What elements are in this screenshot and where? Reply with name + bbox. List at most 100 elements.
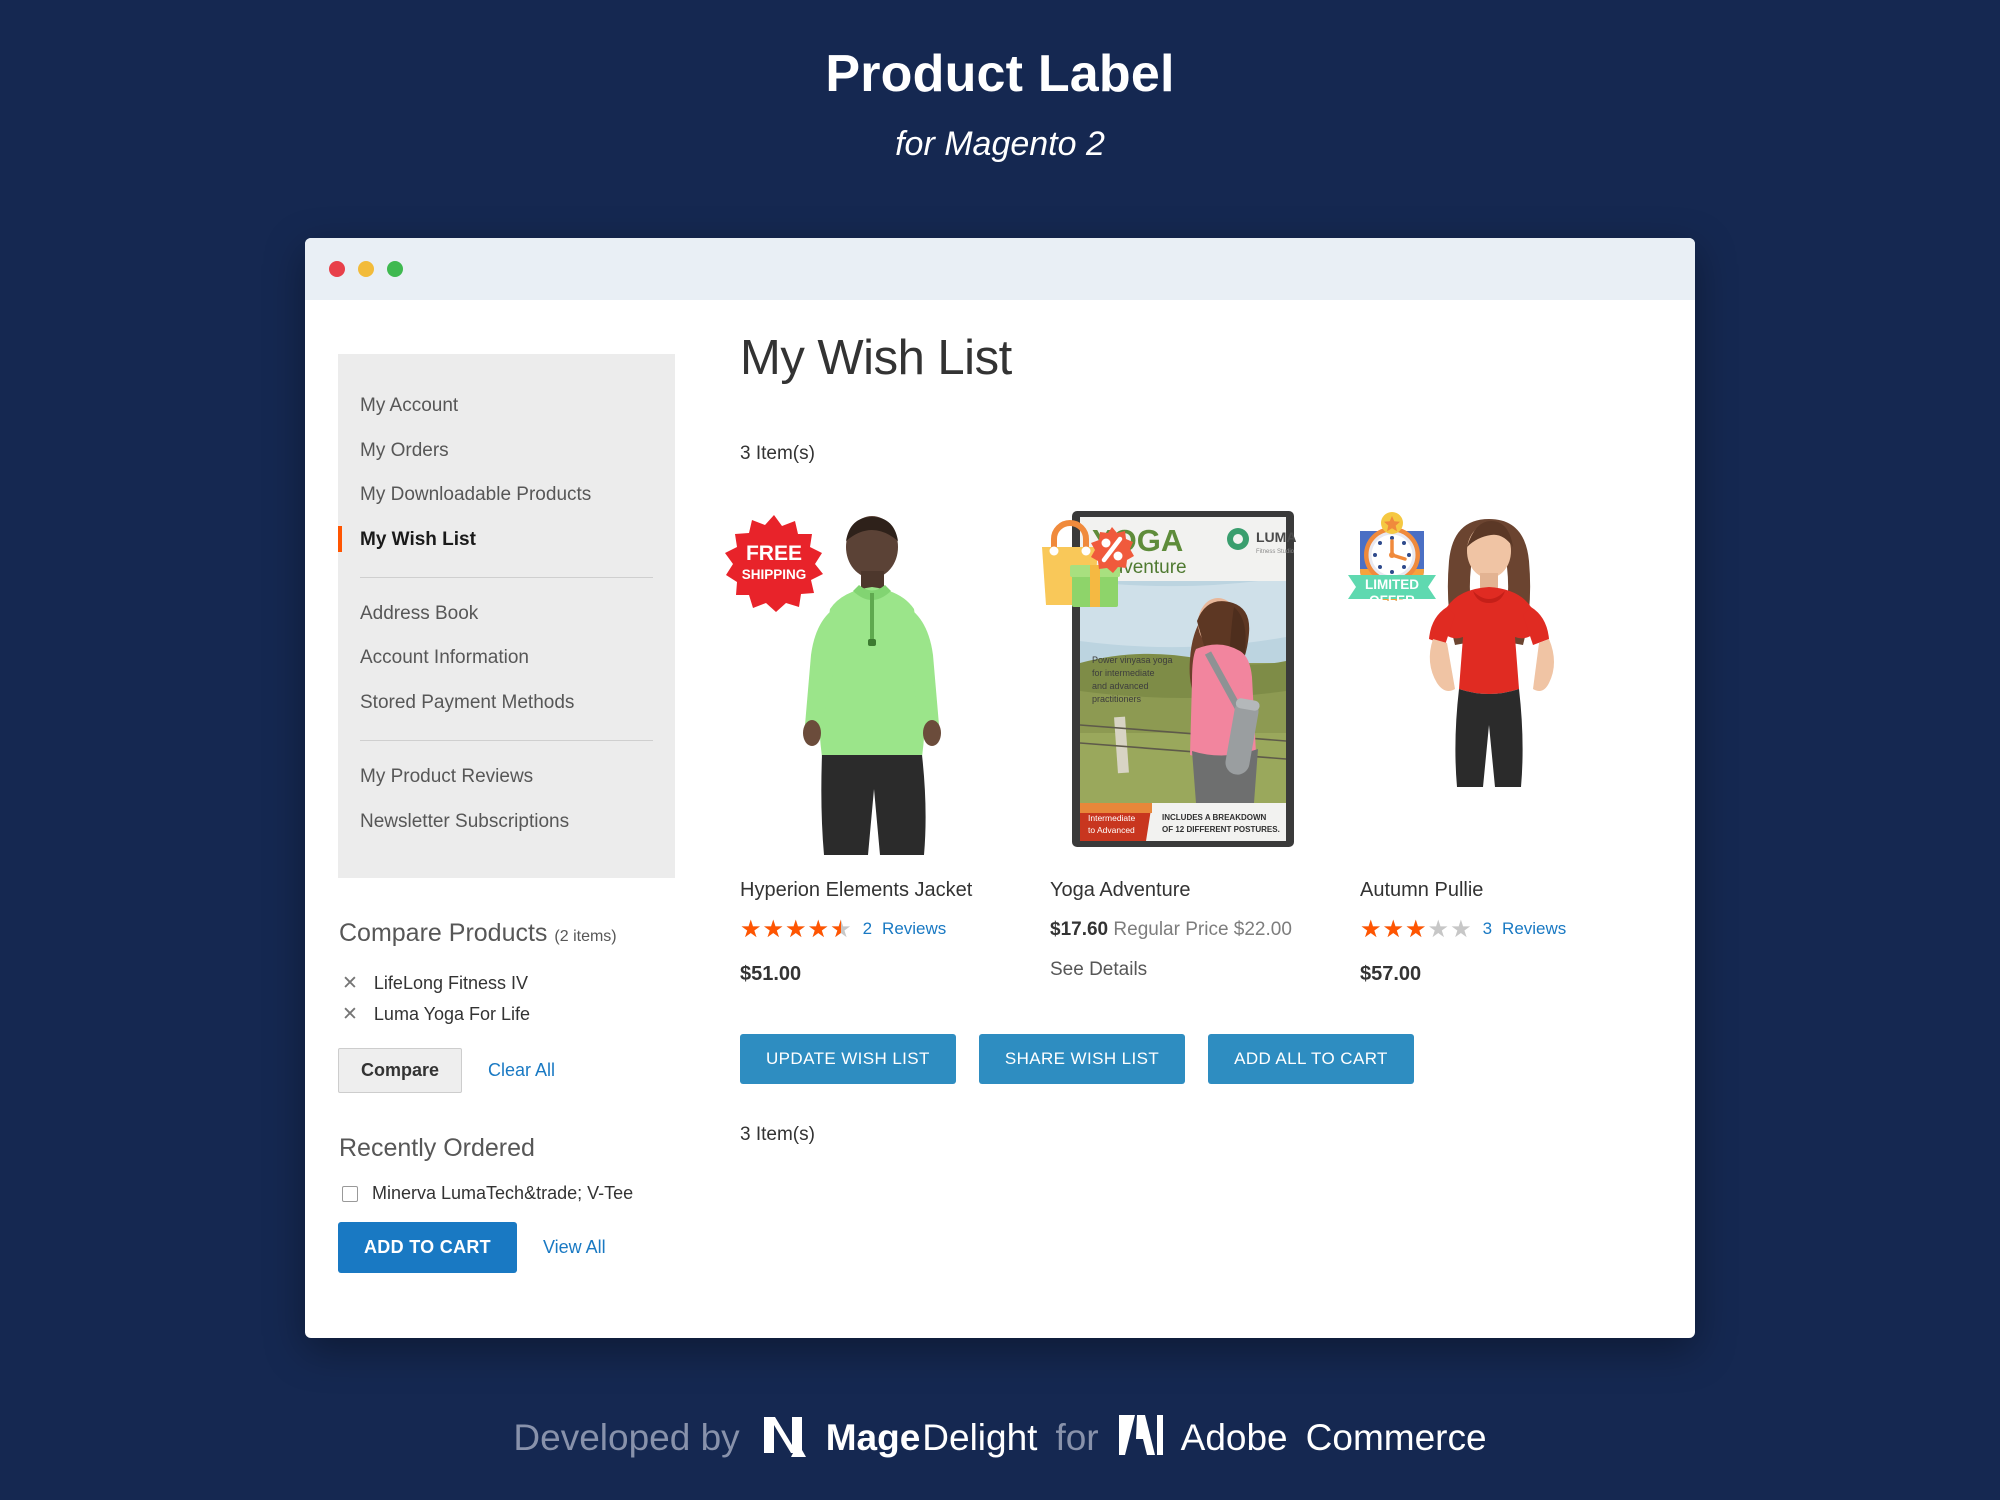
dvd-blurb-l2: for intermediate bbox=[1092, 668, 1155, 678]
product-price: $51.00 bbox=[740, 963, 802, 985]
recently-ordered-item: Minerva LumaTech&trade; V-Tee bbox=[338, 1183, 675, 1204]
account-nav: My Account My Orders My Downloadable Pro… bbox=[338, 354, 675, 879]
sidebar-item-my-wish-list[interactable]: My Wish List bbox=[338, 518, 675, 563]
sidebar-item-my-account[interactable]: My Account bbox=[338, 384, 675, 429]
star-rating-fill: ★★★★★ bbox=[740, 917, 841, 941]
compare-products-title: Compare Products bbox=[339, 919, 548, 948]
product-special-price: $17.60 bbox=[1050, 919, 1109, 940]
footer-for: for bbox=[1055, 1416, 1099, 1458]
product-rating: ★★★★★ ★★★★★ 2 Reviews bbox=[740, 917, 1050, 941]
account-sidebar: My Account My Orders My Downloadable Pro… bbox=[305, 334, 675, 1338]
browser-titlebar bbox=[305, 238, 1695, 300]
product-card: LIMITED OFFER Autumn Pullie ★★★★★ ★★★ 3 … bbox=[1348, 503, 1670, 986]
product-image-wrap[interactable]: YOGA Adventure LUMA Fitness Studio Power… bbox=[1042, 503, 1315, 855]
nav-group-address: Address Book Account Information Stored … bbox=[338, 592, 675, 726]
review-label[interactable]: Reviews bbox=[1502, 919, 1566, 939]
product-price: $57.00 bbox=[1360, 963, 1422, 985]
recently-ordered-checkbox[interactable] bbox=[342, 1185, 358, 1202]
add-all-to-cart-button[interactable]: ADD ALL TO CART bbox=[1208, 1034, 1414, 1084]
dvd-tag-l2: to Advanced bbox=[1088, 825, 1135, 835]
footer-developed-by: Developed by bbox=[513, 1416, 740, 1458]
dvd-footnote-l2: OF 12 DIFFERENT POSTURES. bbox=[1162, 825, 1280, 834]
dvd-tag-l1: Intermediate bbox=[1088, 813, 1136, 823]
nav-group-reviews: My Product Reviews Newsletter Subscripti… bbox=[338, 755, 675, 844]
wishlist-products: FREE SHIPPING Hyperion Elements Jacket ★… bbox=[725, 503, 1670, 986]
footer-adobe: Adobe bbox=[1180, 1416, 1288, 1458]
clear-all-link[interactable]: Clear All bbox=[488, 1060, 555, 1081]
item-count-top: 3 Item(s) bbox=[740, 443, 815, 464]
limited-offer-line1: LIMITED bbox=[1365, 577, 1419, 592]
magedelight-logo-icon bbox=[758, 1413, 808, 1462]
dvd-blurb-l4: practitioners bbox=[1092, 694, 1142, 704]
wishlist-main: My Wish List 3 Item(s) FREE SHIPPING Hyp… bbox=[675, 334, 1695, 1338]
page-title: My Wish List bbox=[740, 331, 1012, 385]
dvd-brand: LUMA bbox=[1256, 529, 1296, 545]
nav-divider-2 bbox=[360, 739, 653, 741]
window-close-icon[interactable] bbox=[329, 261, 345, 277]
window-maximize-icon[interactable] bbox=[387, 261, 403, 277]
hero-subtitle: for Magento 2 bbox=[895, 125, 1105, 164]
sidebar-item-my-product-reviews[interactable]: My Product Reviews bbox=[338, 755, 675, 800]
remove-icon[interactable]: ✕ bbox=[342, 1005, 358, 1024]
product-name[interactable]: Yoga Adventure bbox=[1050, 877, 1360, 903]
compare-list-item[interactable]: ✕ LifeLong Fitness IV bbox=[338, 968, 675, 999]
star-rating-icon: ★★★★★ ★★★★★ bbox=[740, 915, 853, 943]
limited-offer-line2: OFFER bbox=[1369, 593, 1415, 608]
product-card: FREE SHIPPING Hyperion Elements Jacket ★… bbox=[725, 503, 1050, 986]
sidebar-item-my-orders[interactable]: My Orders bbox=[338, 429, 675, 474]
recently-ordered-heading: Recently Ordered bbox=[339, 1134, 535, 1163]
hero-section: Product Label for Magento 2 bbox=[0, 0, 2000, 164]
sidebar-item-address-book[interactable]: Address Book bbox=[338, 592, 675, 637]
compare-item-label: LifeLong Fitness IV bbox=[373, 973, 529, 994]
product-regular-price: $22.00 bbox=[1233, 919, 1292, 940]
product-image-wrap[interactable]: FREE SHIPPING bbox=[725, 503, 1005, 855]
browser-content: My Account My Orders My Downloadable Pro… bbox=[305, 300, 1695, 1338]
recently-ordered-actions: ADD TO CART View All bbox=[338, 1222, 675, 1274]
free-shipping-line2: SHIPPING bbox=[742, 567, 807, 582]
add-to-cart-button[interactable]: ADD TO CART bbox=[338, 1222, 517, 1274]
sidebar-item-newsletter-subscriptions[interactable]: Newsletter Subscriptions bbox=[338, 800, 675, 845]
product-image-wrap[interactable]: LIMITED OFFER bbox=[1348, 503, 1625, 855]
see-details-link[interactable]: See Details bbox=[1050, 959, 1360, 981]
review-count: 3 bbox=[1482, 919, 1493, 938]
page-title-hero: Product Label bbox=[825, 45, 1175, 103]
free-shipping-line1: FREE bbox=[746, 542, 802, 565]
star-rating-fill: ★★★★★ bbox=[1360, 917, 1428, 941]
adobe-logo-icon bbox=[1117, 1413, 1163, 1462]
review-count: 2 bbox=[862, 919, 873, 938]
review-label[interactable]: Reviews bbox=[882, 919, 946, 939]
nav-group-account: My Account My Orders My Downloadable Pro… bbox=[338, 384, 675, 563]
sidebar-item-stored-payment-methods[interactable]: Stored Payment Methods bbox=[338, 681, 675, 726]
product-name[interactable]: Hyperion Elements Jacket bbox=[740, 877, 1050, 903]
product-card: YOGA Adventure LUMA Fitness Studio Power… bbox=[1042, 503, 1360, 986]
window-minimize-icon[interactable] bbox=[358, 261, 374, 277]
wishlist-actions: UPDATE WISH LIST SHARE WISH LIST ADD ALL… bbox=[740, 1034, 1670, 1084]
product-regular-price-label: Regular Price bbox=[1113, 919, 1229, 940]
sidebar-item-account-information[interactable]: Account Information bbox=[338, 636, 675, 681]
nav-divider-1 bbox=[360, 576, 653, 578]
item-count-bottom: 3 Item(s) bbox=[740, 1124, 815, 1145]
compare-products-heading: Compare Products (2 items) bbox=[339, 918, 675, 948]
product-name[interactable]: Autumn Pullie bbox=[1360, 877, 1670, 903]
compare-products-count: (2 items) bbox=[554, 928, 617, 946]
compare-item-label: Luma Yoga For Life bbox=[373, 1004, 531, 1025]
footer-delight: Delight bbox=[922, 1416, 1038, 1458]
compare-actions: Compare Clear All bbox=[338, 1048, 675, 1094]
browser-window: My Account My Orders My Downloadable Pro… bbox=[305, 238, 1695, 1338]
footer-commerce: Commerce bbox=[1305, 1416, 1487, 1458]
sidebar-item-my-downloadable-products[interactable]: My Downloadable Products bbox=[338, 473, 675, 518]
compare-list-item[interactable]: ✕ Luma Yoga For Life bbox=[338, 999, 675, 1030]
dvd-blurb-l1: Power vinyasa yoga bbox=[1092, 655, 1173, 665]
footer-branding: Developed by Mage Delight for Adobe Comm… bbox=[0, 1413, 2000, 1462]
share-wish-list-button[interactable]: SHARE WISH LIST bbox=[978, 1034, 1186, 1084]
discount-gift-label-badge bbox=[1028, 509, 1140, 621]
poster-root: Product Label for Magento 2 My Account M… bbox=[0, 0, 2000, 1500]
remove-icon[interactable]: ✕ bbox=[342, 974, 358, 993]
product-price-line: $17.60 Regular Price $22.00 bbox=[1050, 919, 1360, 941]
star-rating-icon: ★★★★★ ★★★★★ bbox=[1360, 915, 1473, 943]
dvd-blurb-l3: and advanced bbox=[1092, 681, 1149, 691]
compare-button[interactable]: Compare bbox=[338, 1048, 463, 1094]
dvd-footnote-l1: INCLUDES A BREAKDOWN bbox=[1162, 813, 1267, 822]
view-all-link[interactable]: View All bbox=[543, 1237, 606, 1258]
update-wish-list-button[interactable]: UPDATE WISH LIST bbox=[740, 1034, 956, 1084]
